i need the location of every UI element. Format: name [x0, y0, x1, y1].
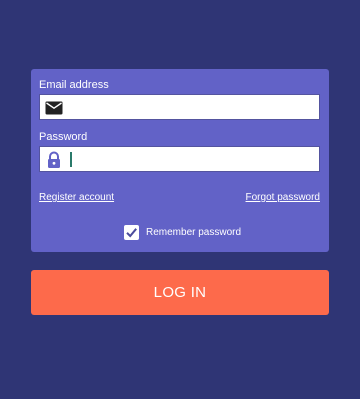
password-field[interactable] [39, 146, 320, 172]
register-account-link[interactable]: Register account [39, 192, 114, 203]
email-label: Email address [39, 79, 109, 91]
email-field[interactable] [39, 94, 320, 120]
password-label: Password [39, 131, 88, 143]
password-input[interactable] [70, 147, 315, 171]
envelope-icon [45, 99, 63, 117]
login-button[interactable]: LOG IN [31, 270, 329, 315]
lock-icon [45, 151, 63, 169]
remember-checkbox[interactable] [124, 224, 139, 240]
forgot-password-link[interactable]: Forgot password [246, 192, 320, 203]
checkmark-icon [126, 227, 137, 237]
email-input[interactable] [70, 95, 315, 119]
remember-password-toggle[interactable]: Remember password [124, 224, 241, 240]
login-card: Email address Password Register account … [31, 69, 329, 252]
remember-password-label: Remember password [146, 226, 242, 238]
